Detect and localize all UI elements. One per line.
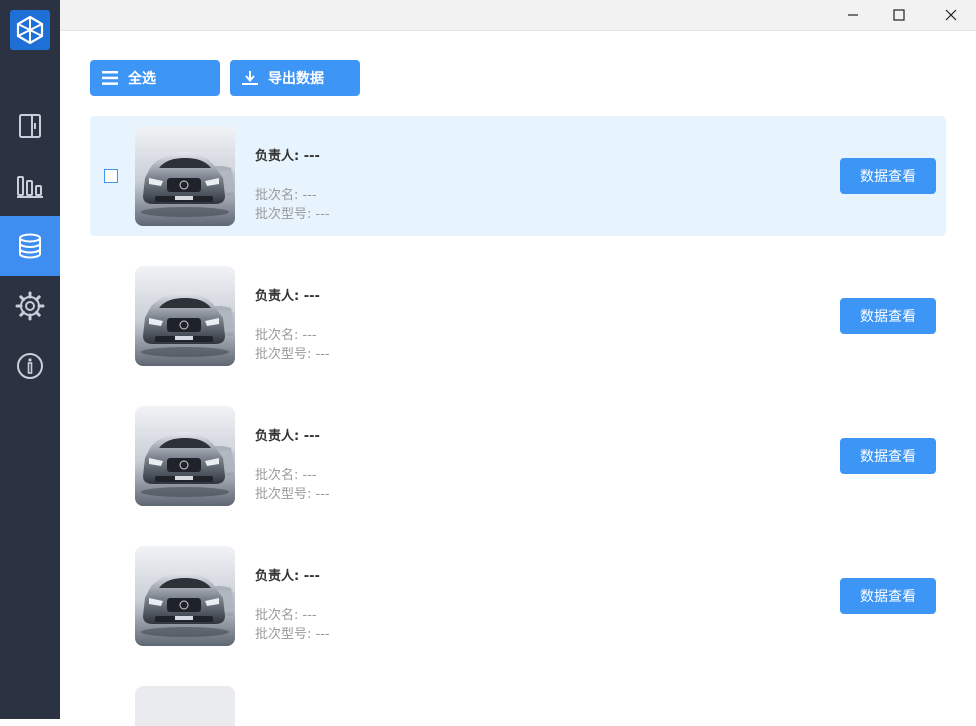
car-thumbnail	[135, 266, 235, 366]
gear-icon	[15, 291, 45, 321]
view-data-button[interactable]: 数据查看	[840, 438, 936, 474]
info-icon	[17, 353, 43, 379]
sidebar-item-settings[interactable]	[0, 276, 60, 336]
select-all-button[interactable]: 全选	[90, 60, 220, 96]
owner-text: 负责人: ---	[255, 429, 320, 444]
batch-model-text: 批次型号: ---	[255, 347, 330, 362]
owner-text: 负责人: ---	[255, 149, 320, 164]
menu-icon	[102, 71, 118, 85]
owner-text: 负责人: ---	[255, 569, 320, 584]
download-icon	[242, 71, 258, 85]
batch-name-text: 批次名: ---	[255, 468, 317, 483]
app-logo-icon	[10, 10, 50, 50]
batch-name-text: 批次名: ---	[255, 328, 317, 343]
maximize-icon	[893, 9, 905, 21]
close-button[interactable]	[928, 0, 974, 30]
view-data-button[interactable]: 数据查看	[840, 158, 936, 194]
row-checkbox[interactable]	[104, 169, 118, 183]
list-item[interactable]: 负责人: --- 批次名: --- 批次型号: --- 数据查看	[90, 396, 946, 516]
sidebar-item-charts[interactable]	[0, 156, 60, 216]
batch-model-text: 批次型号: ---	[255, 487, 330, 502]
batch-model-text: 批次型号: ---	[255, 207, 330, 222]
car-thumbnail	[135, 406, 235, 506]
view-data-button[interactable]: 数据查看	[840, 578, 936, 614]
list-item[interactable]: 负责人: --- 批次名: --- 批次型号: --- 数据查看	[90, 116, 946, 236]
batch-name-text: 批次名: ---	[255, 608, 317, 623]
list-item[interactable]: 负责人: --- 批次名: --- 批次型号: --- 数据查看	[90, 256, 946, 376]
bar-chart-icon	[17, 176, 43, 198]
batch-name-text: 批次名: ---	[255, 188, 317, 203]
sidebar	[0, 0, 60, 719]
minimize-button[interactable]	[830, 0, 876, 30]
car-thumbnail	[135, 126, 235, 226]
view-data-button[interactable]: 数据查看	[840, 298, 936, 334]
title-bar	[60, 0, 976, 31]
select-all-label: 全选	[128, 71, 156, 87]
export-data-button[interactable]: 导出数据	[230, 60, 360, 96]
car-thumbnail	[135, 546, 235, 646]
database-icon	[19, 233, 41, 259]
minimize-icon	[848, 14, 858, 16]
maximize-button[interactable]	[876, 0, 922, 30]
owner-text: 负责人: ---	[255, 289, 320, 304]
export-data-label: 导出数据	[268, 71, 324, 87]
close-icon	[945, 9, 957, 21]
panel-icon	[19, 114, 41, 138]
list-item[interactable]: 负责人: --- 批次名: --- 批次型号: --- 数据查看	[90, 536, 946, 656]
sidebar-item-about[interactable]	[0, 336, 60, 396]
batch-model-text: 批次型号: ---	[255, 627, 330, 642]
sidebar-item-panel[interactable]	[0, 96, 60, 156]
car-thumbnail-partial	[135, 686, 235, 726]
sidebar-item-database[interactable]	[0, 216, 60, 276]
